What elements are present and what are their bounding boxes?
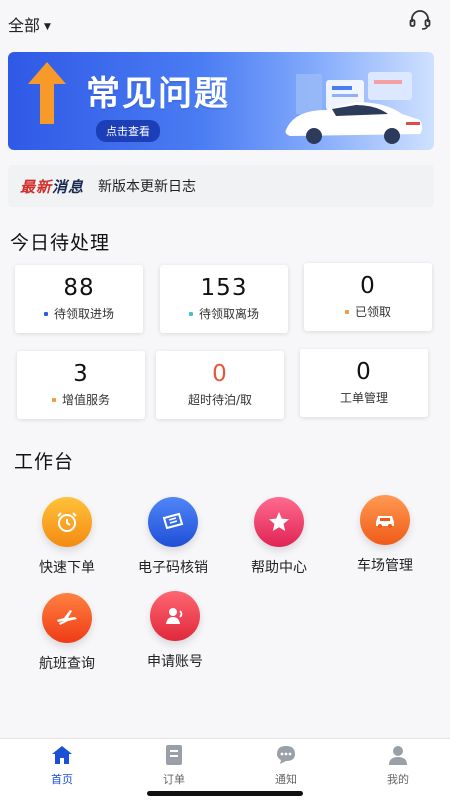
scope-filter-dropdown[interactable]: 全部 ▼ xyxy=(8,12,51,36)
home-icon xyxy=(52,746,72,764)
home-indicator xyxy=(147,791,303,796)
status-dot xyxy=(43,311,48,316)
stat-label-row: 已领取 xyxy=(304,303,432,320)
stat-card-claimed[interactable]: 0 已领取 xyxy=(304,263,432,331)
stat-value: 88 xyxy=(63,275,95,301)
stat-label: 超时待泊/取 xyxy=(187,393,253,407)
tab-home[interactable]: 首页 xyxy=(27,743,97,787)
tool-label: 航班查询 xyxy=(39,656,95,672)
stat-value: 3 xyxy=(73,361,89,387)
news-tag-prefix: 最新 xyxy=(20,177,53,196)
tool-e-code-redeem[interactable]: 电子码核销 xyxy=(128,497,218,577)
latest-news-tag: 最新消息 xyxy=(20,176,84,197)
stat-label: 待领取进场 xyxy=(53,307,114,321)
tab-label: 订单 xyxy=(163,773,185,786)
tab-label: 通知 xyxy=(275,773,297,786)
person-icon xyxy=(389,746,407,765)
order-list-icon xyxy=(166,745,182,765)
scope-filter-label: 全部 xyxy=(8,16,41,35)
faq-banner[interactable]: 常见问题 点击查看 xyxy=(8,52,434,150)
status-dot xyxy=(188,311,193,316)
stat-card-pending-entry[interactable]: 88 待领取进场 xyxy=(15,265,143,333)
stat-value: 0 xyxy=(212,361,228,387)
tab-profile[interactable]: 我的 xyxy=(363,743,433,787)
stat-card-work-orders[interactable]: 0 工单管理 xyxy=(300,349,428,417)
car-illustration xyxy=(285,72,422,144)
tool-apply-account[interactable]: 申请账号 xyxy=(130,591,220,671)
status-dot xyxy=(344,309,349,314)
news-tag-suffix: 消息 xyxy=(52,177,85,196)
stat-label-row: 待领取离场 xyxy=(160,305,288,322)
stat-label-row: 工单管理 xyxy=(300,389,428,406)
tool-flight-query[interactable]: 航班查询 xyxy=(22,593,112,673)
chevron-down-icon: ▼ xyxy=(44,22,51,32)
tool-label: 快速下单 xyxy=(39,560,95,576)
news-headline[interactable]: 新版本更新日志 xyxy=(98,176,196,196)
stat-label-row: 超时待泊/取 xyxy=(156,391,284,408)
stat-card-overtime[interactable]: 0 超时待泊/取 xyxy=(156,351,284,419)
tool-help-center[interactable]: 帮助中心 xyxy=(234,497,324,577)
stat-label: 增值服务 xyxy=(61,393,110,407)
workbench-title: 工作台 xyxy=(14,451,75,473)
stat-label: 已领取 xyxy=(354,305,391,319)
stat-card-pending-exit[interactable]: 153 待领取离场 xyxy=(160,265,288,333)
ticket-icon xyxy=(148,497,198,547)
tab-notifications[interactable]: 通知 xyxy=(251,743,321,787)
top-bar: 全部 ▼ xyxy=(0,0,450,44)
stat-label: 工单管理 xyxy=(339,391,388,405)
tab-label: 首页 xyxy=(51,773,73,786)
tool-quick-order[interactable]: 快速下单 xyxy=(22,497,112,577)
user-icon xyxy=(150,591,200,641)
stat-value: 0 xyxy=(356,359,372,385)
stat-label: 待领取离场 xyxy=(198,307,259,321)
chat-bubble-icon xyxy=(277,746,295,764)
tool-parking-lot-management[interactable]: 车场管理 xyxy=(340,495,430,575)
tool-label: 车场管理 xyxy=(357,558,413,574)
tool-label: 电子码核销 xyxy=(138,560,208,576)
airplane-icon xyxy=(42,593,92,643)
stat-label-row: 待领取进场 xyxy=(15,305,143,322)
status-dot xyxy=(51,397,56,402)
stat-label-row: 增值服务 xyxy=(17,391,145,408)
stat-value: 153 xyxy=(200,275,248,301)
customer-service-headset-icon[interactable] xyxy=(408,8,432,32)
latest-news-bar[interactable]: 最新消息 新版本更新日志 xyxy=(8,165,434,207)
today-pending-title: 今日待处理 xyxy=(10,232,111,254)
banner-view-button[interactable]: 点击查看 xyxy=(96,120,160,142)
stat-value: 0 xyxy=(360,273,376,299)
up-arrow-graphic xyxy=(28,62,66,124)
tab-orders[interactable]: 订单 xyxy=(139,743,209,787)
tab-label: 我的 xyxy=(387,773,409,786)
banner-title: 常见问题 xyxy=(86,74,230,114)
tool-label: 申请账号 xyxy=(147,654,203,670)
stat-card-value-added[interactable]: 3 增值服务 xyxy=(17,351,145,419)
star-icon xyxy=(254,497,304,547)
car-icon xyxy=(360,495,410,545)
tool-label: 帮助中心 xyxy=(251,560,307,576)
alarm-clock-icon xyxy=(42,497,92,547)
